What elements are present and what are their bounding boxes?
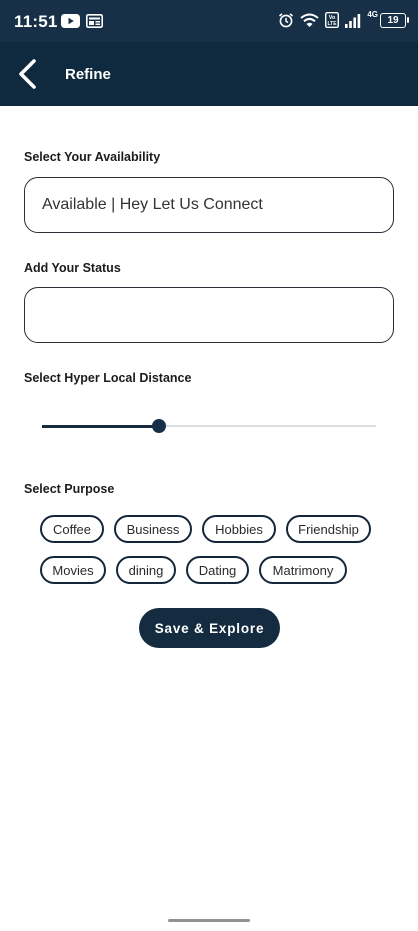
notification-icons bbox=[61, 14, 103, 28]
save-explore-button[interactable]: Save & Explore bbox=[139, 608, 280, 648]
svg-text:LTE: LTE bbox=[328, 21, 338, 27]
system-icons: Vo LTE 4G 19 bbox=[278, 9, 409, 28]
purpose-row-2: Movies dining Dating Matrimony bbox=[40, 556, 390, 584]
chip-movies[interactable]: Movies bbox=[40, 556, 106, 584]
youtube-icon bbox=[61, 14, 80, 28]
chip-business[interactable]: Business bbox=[114, 515, 192, 543]
status-label: Add Your Status bbox=[24, 261, 121, 275]
back-arrow-icon[interactable] bbox=[14, 58, 42, 90]
slider-fill bbox=[42, 424, 159, 428]
app-bar: Refine bbox=[0, 42, 418, 106]
volte-icon: Vo LTE bbox=[325, 12, 340, 28]
distance-label: Select Hyper Local Distance bbox=[24, 371, 192, 385]
chip-hobbies[interactable]: Hobbies bbox=[202, 515, 276, 543]
signal-icon bbox=[345, 13, 361, 28]
wifi-icon bbox=[300, 13, 319, 27]
news-icon bbox=[86, 14, 103, 28]
chip-coffee[interactable]: Coffee bbox=[40, 515, 104, 543]
page-title: Refine bbox=[65, 66, 111, 83]
alarm-icon bbox=[279, 13, 294, 28]
purpose-label: Select Purpose bbox=[24, 482, 115, 496]
availability-label: Select Your Availability bbox=[24, 150, 161, 164]
slider-thumb[interactable] bbox=[151, 419, 166, 433]
status-time: 11:51 bbox=[14, 12, 58, 31]
distance-slider[interactable] bbox=[42, 419, 376, 433]
chip-matrimony[interactable]: Matrimony bbox=[259, 556, 347, 584]
chip-friendship[interactable]: Friendship bbox=[286, 515, 371, 543]
availability-value: Available | Hey Let Us Connect bbox=[42, 196, 263, 213]
chip-dining[interactable]: dining bbox=[116, 556, 176, 584]
chip-dating[interactable]: Dating bbox=[186, 556, 249, 584]
network-type: 4G bbox=[367, 9, 378, 19]
battery-icon: 19 bbox=[380, 12, 409, 28]
status-input[interactable] bbox=[24, 287, 394, 343]
status-bar: 11:51 Vo LTE 4G 19 bbox=[0, 0, 418, 42]
purpose-row-1: Coffee Business Hobbies Friendship bbox=[40, 515, 390, 543]
availability-field[interactable]: Available | Hey Let Us Connect bbox=[24, 177, 394, 233]
home-indicator bbox=[168, 919, 250, 922]
